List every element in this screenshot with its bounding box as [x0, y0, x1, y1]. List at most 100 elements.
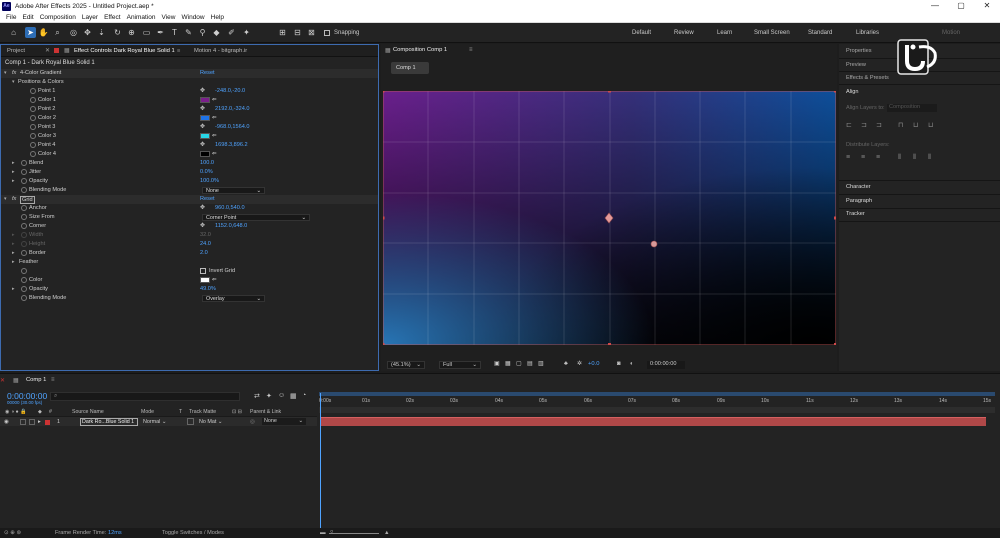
resolution-dropdown[interactable]: Full ⌄ [439, 361, 481, 369]
lock-icon[interactable]: ▦ [13, 377, 19, 384]
grid-blending-mode-dropdown[interactable]: Overlay ⌄ [202, 295, 265, 302]
transparency-grid-icon[interactable]: ▦ [505, 361, 510, 367]
stopwatch-icon[interactable] [21, 277, 27, 283]
render-toggle-icon[interactable]: ⊙ ⊕ ⊚ [4, 530, 21, 536]
stopwatch-icon[interactable] [30, 88, 36, 94]
lock-icon[interactable]: ▦ [385, 47, 391, 54]
workspace-libraries[interactable]: Libraries [856, 30, 879, 36]
rotate-tool-icon[interactable]: ↻ [112, 27, 123, 38]
stopwatch-icon[interactable] [21, 295, 27, 301]
jitter-value[interactable]: 0.0% [200, 168, 213, 177]
stopwatch-icon[interactable] [21, 286, 27, 292]
zoom-dropdown[interactable]: (45.1%) ⌄ [387, 361, 425, 369]
axis-view-icon[interactable]: ⊠ [306, 27, 317, 38]
align-hcenter-icon[interactable]: ⊐ [861, 122, 868, 129]
stopwatch-icon[interactable] [30, 124, 36, 130]
stopwatch-icon[interactable] [21, 169, 27, 175]
height-value[interactable]: 24.0 [200, 240, 211, 249]
type-tool-icon[interactable]: T [169, 27, 180, 38]
parent-dropdown[interactable]: None ⌄ [262, 418, 306, 425]
tab-motion[interactable]: Motion 4 - bitgraph.ir [194, 48, 247, 54]
stopwatch-icon[interactable] [21, 205, 27, 211]
stopwatch-icon[interactable] [30, 115, 36, 121]
fx-icon[interactable]: fx [12, 195, 16, 204]
eyedropper-icon[interactable]: ⇐ [212, 150, 217, 159]
tab-project[interactable]: Project [7, 48, 25, 54]
collapse-triangle-icon[interactable]: ▾ [4, 69, 7, 78]
selection-tool-icon[interactable]: ➤ [25, 27, 36, 38]
frame-blending-icon[interactable]: ▦ [290, 392, 297, 400]
minimize-button[interactable]: — [922, 0, 948, 12]
stopwatch-icon[interactable] [21, 187, 27, 193]
panel-effects-presets[interactable]: Effects & Presets [846, 75, 889, 81]
effect-4-color-gradient[interactable]: ▾ fx 4-Color Gradient Reset [1, 69, 378, 78]
panel-align[interactable]: Align [846, 89, 858, 95]
panel-character[interactable]: Character [846, 184, 871, 190]
color-2-swatch[interactable] [200, 115, 210, 121]
stopwatch-icon[interactable] [21, 178, 27, 184]
expand-triangle-icon[interactable]: ▸ [38, 419, 41, 425]
stopwatch-icon[interactable] [21, 250, 27, 256]
distribute-left-icon[interactable]: ⦀ [898, 154, 905, 161]
align-target-dropdown[interactable]: Composition [887, 104, 937, 112]
work-area-bar[interactable] [319, 392, 995, 396]
panel-menu-icon[interactable]: ≡ [469, 47, 473, 53]
close-icon[interactable]: ✕ [45, 48, 50, 54]
toggle-switches-modes[interactable]: Toggle Switches / Modes [162, 530, 224, 536]
layer-name[interactable]: Dark Ro...Blue Solid 1 [80, 418, 138, 426]
col-parent-link[interactable]: Parent & Link [250, 409, 281, 415]
reset-button[interactable]: Reset [200, 195, 215, 204]
layer-duration-bar[interactable] [321, 417, 986, 426]
puppet-pin-icon[interactable]: ✦ [241, 27, 252, 38]
crosshair-icon[interactable]: ✥ [200, 222, 205, 231]
comp-breadcrumb[interactable]: Comp 1 [391, 62, 429, 74]
width-value[interactable]: 32.0 [200, 231, 211, 240]
distribute-vcenter-icon[interactable]: ≡ [861, 154, 868, 161]
close-icon[interactable]: ✕ [0, 377, 5, 384]
snapping-checkbox[interactable] [324, 30, 330, 36]
expand-triangle-icon[interactable]: ▸ [12, 240, 15, 249]
brush-tool-icon[interactable]: ✎ [183, 27, 194, 38]
align-left-icon[interactable]: ⊏ [846, 122, 853, 129]
menu-view[interactable]: View [162, 14, 176, 21]
eyedropper-icon[interactable]: ⇐ [212, 132, 217, 141]
color-1-swatch[interactable] [200, 97, 210, 103]
stopwatch-icon[interactable] [21, 214, 27, 220]
stopwatch-icon[interactable] [21, 223, 27, 229]
stopwatch-icon[interactable] [21, 160, 27, 166]
stopwatch-icon[interactable] [30, 151, 36, 157]
eyedropper-icon[interactable]: ⇐ [212, 276, 217, 285]
panel-paragraph[interactable]: Paragraph [846, 198, 872, 204]
align-bottom-icon[interactable]: ⊔ [928, 122, 935, 129]
track-matte-dropdown[interactable]: No Mat ⌄ [199, 419, 222, 425]
pen-tool-icon[interactable]: ✒ [155, 27, 166, 38]
collapse-triangle-icon[interactable]: ▾ [4, 195, 7, 204]
orbit-camera-icon[interactable]: ◎ [68, 27, 79, 38]
crosshair-icon[interactable]: ✥ [200, 105, 205, 114]
close-button[interactable]: ✕ [974, 0, 1000, 12]
color-3-swatch[interactable] [200, 133, 210, 139]
color-4-swatch[interactable] [200, 151, 210, 157]
distribute-bottom-icon[interactable]: ≡ [876, 154, 883, 161]
align-top-icon[interactable]: ⊓ [898, 122, 905, 129]
matte-icon[interactable] [187, 418, 194, 425]
fx-icon[interactable]: fx [12, 69, 16, 78]
corner-point-handle[interactable] [650, 240, 658, 248]
hand-tool-icon[interactable]: ✋ [38, 27, 49, 38]
stopwatch-icon[interactable] [21, 241, 27, 247]
panel-tracker[interactable]: Tracker [846, 211, 865, 217]
eyedropper-icon[interactable]: ⇐ [212, 96, 217, 105]
reset-button[interactable]: Reset [200, 69, 215, 78]
lock-icon[interactable]: ▦ [64, 48, 69, 54]
stopwatch-icon[interactable] [30, 142, 36, 148]
align-right-icon[interactable]: ⊐ [876, 122, 883, 129]
anchor-value[interactable]: 960.0,540.0 [215, 204, 245, 213]
anchor-point-icon[interactable]: ⊕ [126, 27, 137, 38]
rectangle-tool-icon[interactable]: ▭ [141, 27, 152, 38]
size-from-dropdown[interactable]: Corner Point ⌄ [202, 214, 310, 221]
3d-view-icon[interactable]: ▥ [538, 361, 543, 367]
panel-menu-icon[interactable]: ≡ [51, 377, 55, 383]
stopwatch-icon[interactable] [30, 97, 36, 103]
exposure-value[interactable]: +0.0 [588, 361, 599, 367]
crosshair-icon[interactable]: ✥ [200, 123, 205, 132]
